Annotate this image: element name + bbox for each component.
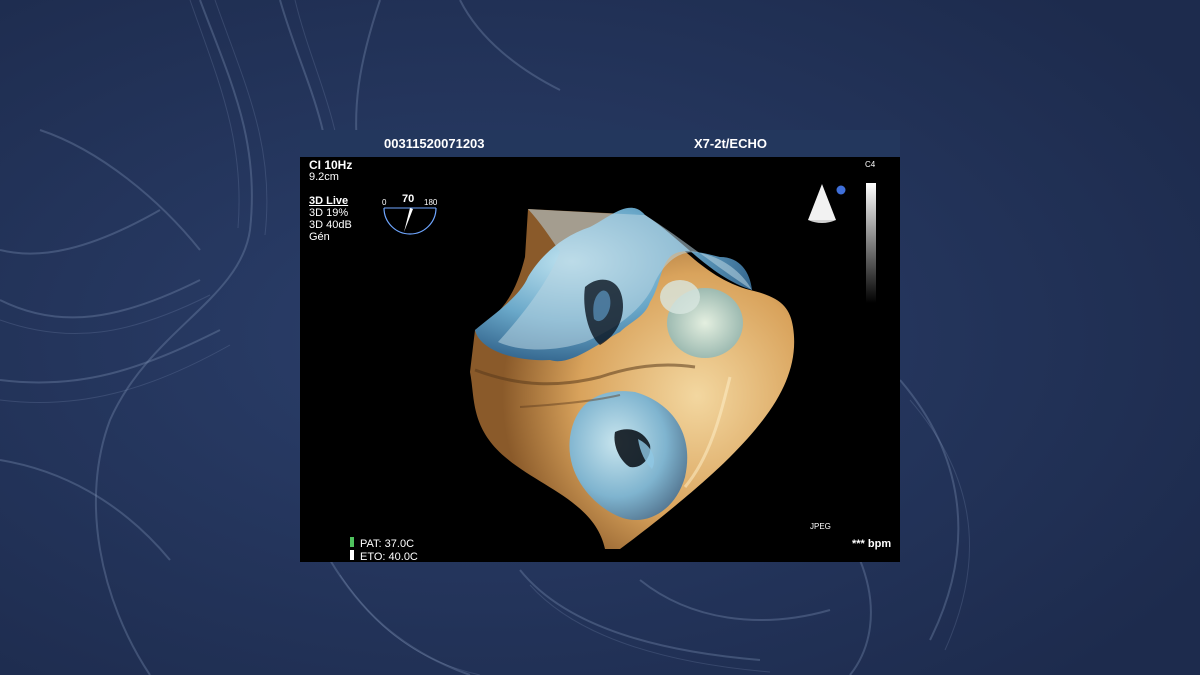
format-label: JPEG	[810, 522, 831, 531]
ultrasound-viewer: 00311520071203 X7-2t/ECHO CI 10Hz 9.2cm …	[300, 130, 900, 562]
probe-orientation-icon	[808, 184, 846, 223]
patient-id: 00311520071203	[384, 136, 485, 151]
grayscale-bar	[866, 183, 876, 303]
compression-label: 3D 40dB	[309, 219, 352, 231]
heart-rate-label: *** bpm	[852, 538, 892, 550]
gain-label: 3D 19%	[309, 207, 349, 219]
angle-value-label: 70	[402, 193, 415, 205]
mode-label: 3D Live	[309, 195, 349, 207]
probe-preset: X7-2t/ECHO	[694, 136, 767, 151]
viewer-header: 00311520071203 X7-2t/ECHO	[300, 130, 900, 157]
profile-label: Gén	[309, 231, 330, 243]
thermometer-icon	[350, 550, 354, 560]
depth-label: 9.2cm	[309, 171, 339, 183]
frame-rate-label: CI 10Hz	[309, 158, 353, 172]
probe-temp-label: ETO: 40.0C	[360, 551, 418, 562]
angle-max-label: 180	[424, 198, 438, 207]
colormap-label: C4	[865, 160, 876, 169]
thermometer-icon	[350, 537, 354, 547]
patient-temp-label: PAT: 37.0C	[360, 538, 415, 550]
angle-min-label: 0	[382, 198, 387, 207]
